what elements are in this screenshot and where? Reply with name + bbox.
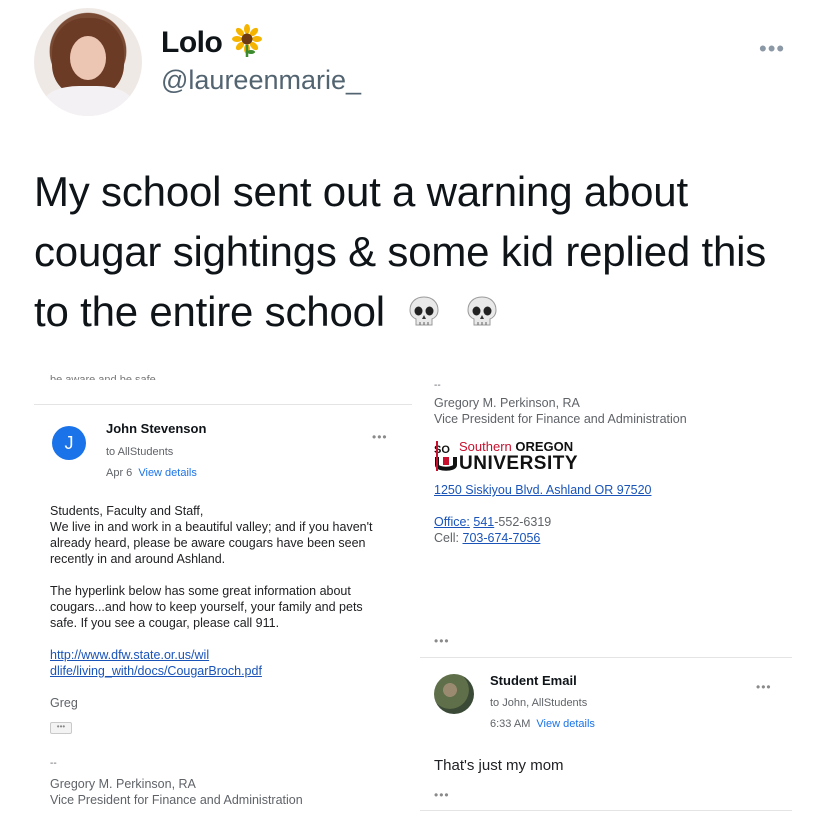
view-details-link[interactable]: View details [138,467,197,479]
user-handle[interactable]: @laureenmarie_ [161,65,361,96]
signature: Gregory M. Perkinson, RA Vice President … [434,395,687,427]
skull-icon [467,296,497,326]
cut-off-text: be aware and be safe [50,374,156,380]
trimmed-content-button[interactable]: ••• [50,722,72,734]
sender-name[interactable]: John Stevenson [106,421,206,436]
logo-southern: Southern [459,439,512,454]
reply-sender-name[interactable]: Student Email [490,673,577,688]
view-details-link[interactable]: View details [536,718,595,730]
more-icon[interactable]: ••• [759,36,785,62]
cell-label: Cell: [434,531,460,545]
divider [420,810,792,811]
sunflower-icon [232,24,262,57]
logo-oregon: OREGON [515,439,574,454]
office-number: -552-6319 [494,515,552,529]
body-paragraph: We live in and work in a beautiful valle… [50,520,373,566]
reply-body: That's just my mom [434,757,564,774]
signature-dash: -- [434,380,441,391]
trimmed-content-button[interactable]: ••• [434,634,450,648]
trimmed-content-button[interactable]: ••• [434,788,450,802]
reply-recipients: to John, AllStudents [490,697,588,709]
recipients: to AllStudents [106,446,174,458]
signature-name: Gregory M. Perkinson, RA [434,396,580,410]
reply-time: 6:33 AM [490,718,531,730]
office-label[interactable]: Office: [434,515,470,529]
divider [420,657,792,658]
signature-dash: -- [50,758,57,769]
display-name[interactable]: Lolo [161,26,223,60]
address-link[interactable]: 1250 Siskiyou Blvd. Ashland OR 97520 [434,483,652,497]
signature: Gregory M. Perkinson, RA Vice President … [50,776,303,808]
greeting: Students, Faculty and Staff, [50,504,204,518]
student-avatar[interactable] [434,674,474,714]
sou-logo: Southern OREGON UNIVERSITY [459,439,578,473]
skull-icon [409,296,439,326]
cell-number-link[interactable]: 703-674-7056 [463,531,541,545]
logo-divider [436,441,438,471]
tweet-text: My school sent out a warning about couga… [34,162,804,342]
signature-title: Vice President for Finance and Administr… [50,793,303,807]
cougar-link[interactable]: http://www.dfw.state.or.us/wil [50,647,380,663]
more-icon[interactable]: ••• [756,680,772,694]
email-date: Apr 6 [106,467,133,479]
email-body: Students, Faculty and Staff, We live in … [50,503,380,711]
office-prefix[interactable]: 541 [473,515,494,529]
signature-title: Vice President for Finance and Administr… [434,412,687,426]
contact-info: Office: 541-552-6319 Cell: 703-674-7056 [434,514,551,546]
sender-avatar[interactable]: J [52,426,86,460]
reply-time-row: 6:33 AM View details [490,718,595,730]
signoff: Greg [50,696,78,710]
cougar-link-continued[interactable]: dlife/living_with/docs/CougarBroch.pdf [50,663,380,679]
email-date-row: Apr 6 View details [106,467,197,479]
logo-university: UNIVERSITY [459,453,579,474]
divider [34,404,412,405]
profile-avatar[interactable] [34,8,142,116]
body-paragraph: The hyperlink below has some great infor… [50,584,363,630]
tweet-text-body: My school sent out a warning about couga… [34,168,767,335]
signature-name: Gregory M. Perkinson, RA [50,777,196,791]
more-icon[interactable]: ••• [372,430,388,444]
